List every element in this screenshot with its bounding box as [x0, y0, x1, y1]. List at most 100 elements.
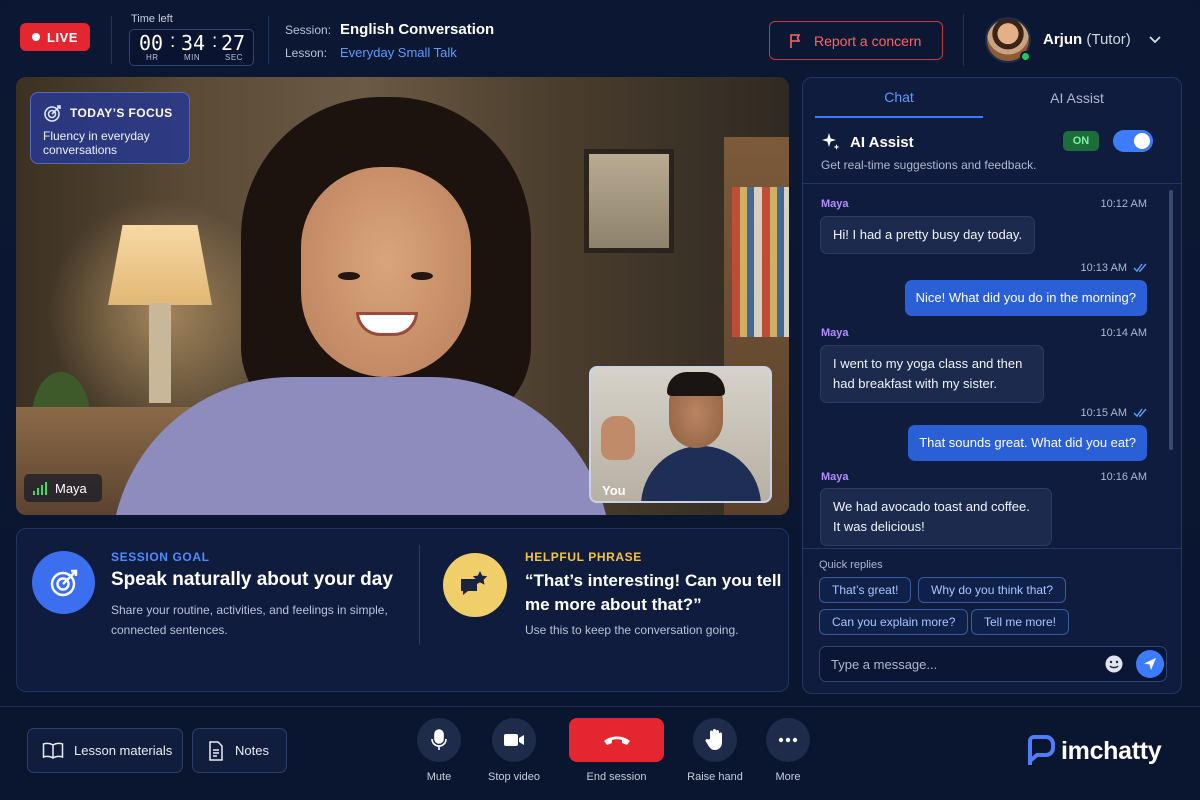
mute-button[interactable]	[417, 718, 461, 762]
lesson-materials-label: Lesson materials	[74, 743, 173, 758]
double-check-icon	[1133, 408, 1147, 418]
timer-label: Time left	[131, 13, 173, 25]
double-check-icon	[1133, 263, 1147, 273]
target-icon	[44, 105, 61, 122]
student-eye	[338, 272, 360, 280]
online-status-icon	[1020, 51, 1031, 62]
timer-colon: :	[170, 31, 176, 52]
lesson-title[interactable]: Everyday Small Talk	[340, 45, 457, 60]
chat-panel: Chat AI Assist AI Assist Get real-time s…	[802, 77, 1182, 694]
message-time: 10:15 AM	[1081, 407, 1147, 419]
message-bubble-outgoing: That sounds great. What did you eat?	[908, 425, 1147, 461]
self-waving-hand	[601, 416, 635, 460]
message-bubble-incoming: We had avocado toast and coffee. It was …	[820, 488, 1052, 546]
notes-button[interactable]: Notes	[192, 728, 287, 773]
tab-chat[interactable]: Chat	[815, 78, 983, 118]
logo-icon	[1028, 735, 1055, 765]
live-badge: LIVE	[20, 23, 90, 51]
tutor-name[interactable]: Arjun (Tutor)	[1043, 31, 1131, 48]
session-title: English Conversation	[340, 21, 495, 38]
message-bubble-outgoing: Nice! What did you do in the morning?	[904, 280, 1147, 316]
message-time-text: 10:14 AM	[1100, 327, 1147, 339]
more-icon	[778, 737, 798, 743]
timer-colon: :	[212, 31, 218, 52]
quick-reply-chip[interactable]: Tell me more!	[971, 609, 1070, 635]
lesson-materials-button[interactable]: Lesson materials	[27, 728, 183, 773]
self-hair	[667, 372, 725, 396]
focus-title-text: TODAY’S FOCUS	[70, 106, 173, 120]
quick-reply-chip[interactable]: Why do you think that?	[918, 577, 1067, 603]
todays-focus-card: TODAY’S FOCUS Fluency in everyday conver…	[30, 92, 190, 164]
message-time-text: 10:15 AM	[1080, 407, 1127, 419]
session-goal-title: Speak naturally about your day	[111, 569, 393, 590]
send-button[interactable]	[1136, 650, 1164, 678]
session-goal-desc: Share your routine, activities, and feel…	[111, 603, 388, 637]
quick-replies-label: Quick replies	[819, 559, 883, 571]
session-goal-label: SESSION GOAL	[111, 550, 210, 564]
end-session-button[interactable]	[569, 718, 664, 762]
ai-assist-header: AI Assist Get real-time suggestions and …	[803, 118, 1181, 184]
raise-hand-label: Raise hand	[687, 771, 743, 783]
tutor-name-text: Arjun	[1043, 31, 1083, 48]
timer-unit-min: MIN	[184, 53, 201, 62]
raise-hand-button[interactable]	[693, 718, 737, 762]
live-label: LIVE	[47, 29, 78, 45]
chat-star-icon	[461, 571, 488, 595]
message-input[interactable]	[820, 647, 1090, 681]
helpful-phrase-desc: Use this to keep the conversation going.	[525, 623, 739, 637]
message-bubble-incoming: Hi! I had a pretty busy day today.	[820, 216, 1036, 254]
focus-text: Fluency in everyday conversations	[43, 129, 150, 157]
mute-control[interactable]: Mute	[417, 718, 461, 783]
self-video-preview[interactable]: You	[589, 366, 772, 503]
report-concern-label: Report a concern	[814, 32, 922, 49]
flag-icon	[790, 33, 801, 48]
message-time: 10:16 AM	[1101, 471, 1147, 483]
message-time-text: 10:13 AM	[1080, 262, 1127, 274]
background-lamp	[108, 225, 212, 305]
background-lamp-base	[149, 303, 171, 403]
tab-ai-assist[interactable]: AI Assist	[993, 78, 1161, 118]
message-sender: Maya	[821, 198, 849, 210]
helpful-phrase-label: HELPFUL PHRASE	[525, 550, 642, 564]
ai-status-badge: ON	[1063, 131, 1099, 151]
raise-hand-control[interactable]: Raise hand	[686, 718, 744, 783]
stop-video-control[interactable]: Stop video	[484, 718, 544, 783]
send-icon	[1144, 658, 1156, 670]
end-session-label: End session	[586, 771, 647, 783]
phrase-icon	[443, 553, 507, 617]
signal-icon	[33, 481, 47, 495]
brand-logo: imchatty	[1025, 735, 1162, 767]
divider	[803, 548, 1181, 549]
message-input-container	[819, 646, 1167, 682]
chat-scrollbar[interactable]	[1169, 190, 1173, 450]
student-name: Maya	[55, 480, 87, 496]
end-session-control[interactable]: End session	[569, 718, 664, 783]
message-time: 10:14 AM	[1101, 327, 1147, 339]
student-name-tag: Maya	[24, 474, 102, 502]
hand-icon	[705, 729, 722, 750]
book-icon	[42, 742, 64, 759]
top-bar: LIVE Time left 00 : 34 : 27 HR MIN SEC S…	[0, 0, 1200, 78]
tutor-role: (Tutor)	[1086, 31, 1131, 48]
more-control[interactable]: More	[766, 718, 810, 783]
chevron-down-icon[interactable]	[1148, 32, 1162, 46]
more-label: More	[775, 771, 801, 783]
notes-icon	[209, 740, 223, 761]
quick-reply-chip[interactable]: That’s great!	[819, 577, 912, 603]
timer-minutes: 34	[181, 31, 206, 55]
emoji-icon[interactable]	[1104, 654, 1124, 674]
background-picture-frame	[584, 149, 674, 253]
notes-label: Notes	[235, 743, 269, 758]
timer-unit-sec: SEC	[225, 53, 243, 62]
divider	[268, 16, 269, 64]
stop-video-label: Stop video	[488, 771, 540, 783]
stop-video-button[interactable]	[492, 718, 536, 762]
more-button[interactable]	[766, 718, 810, 762]
timer-seconds: 27	[221, 31, 246, 55]
divider	[963, 14, 964, 66]
message-time-text: 10:16 AM	[1100, 471, 1147, 483]
ai-assist-toggle[interactable]	[1113, 130, 1153, 152]
report-concern-button[interactable]: Report a concern	[769, 21, 943, 60]
quick-reply-chip[interactable]: Can you explain more?	[819, 609, 969, 635]
lesson-key: Lesson:	[285, 46, 328, 60]
